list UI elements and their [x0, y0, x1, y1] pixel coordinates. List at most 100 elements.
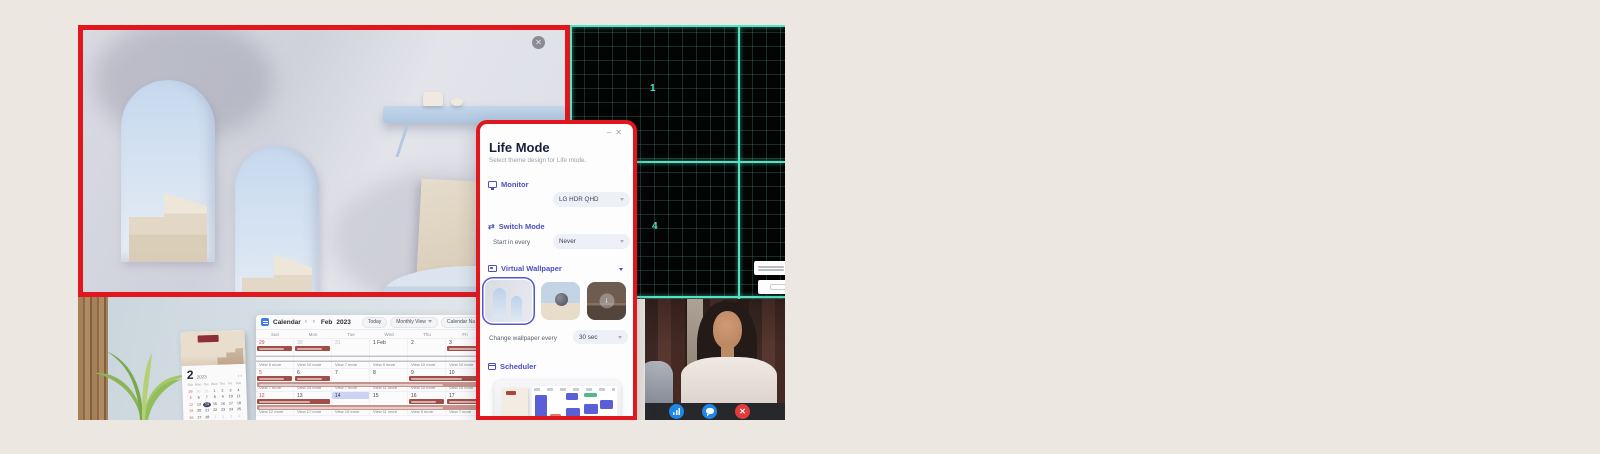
- event-bar[interactable]: [409, 399, 444, 404]
- widget-nav-arrows[interactable]: ‹ ›: [238, 373, 242, 378]
- event-bar[interactable]: [257, 376, 292, 381]
- calendar-name-dropdown[interactable]: Calendar Na: [441, 317, 478, 328]
- widget-date: 18: [235, 401, 243, 406]
- widget-year: 2023: [197, 374, 207, 379]
- chevron-down-icon: [428, 320, 432, 323]
- view-more-link[interactable]: View 15 more: [332, 409, 370, 414]
- change-wallpaper-label: Change wallpaper every: [489, 335, 557, 342]
- wallpaper-thumbnail-arch-wallpaper[interactable]: [485, 280, 532, 322]
- chevron-down-icon: [620, 240, 624, 243]
- day-header: Wed: [370, 330, 408, 339]
- view-more-link[interactable]: View 7 more: [332, 385, 370, 390]
- monitor-label: Monitor: [501, 180, 529, 189]
- chevron-down-icon: [618, 336, 622, 339]
- scheduler-section-header: Scheduler: [488, 362, 536, 371]
- widget-month-grid: SunMonTueWedThuFriSat2930311234567891011…: [182, 380, 247, 420]
- paper-calendar-widget: 2 2023 ‹ › SunMonTueWedThuFriSat29303112…: [180, 330, 247, 420]
- scheduler-preview-week-grid: [532, 386, 617, 420]
- widget-date: 30: [194, 389, 202, 394]
- event-bar[interactable]: [409, 376, 478, 381]
- scheduler-icon: [488, 363, 496, 371]
- view-more-link[interactable]: View 25 more: [294, 385, 332, 390]
- end-call-button[interactable]: [735, 404, 750, 419]
- widget-date: 10: [227, 394, 235, 399]
- event-bar[interactable]: [295, 376, 330, 381]
- call-controls-bar: [645, 403, 785, 420]
- next-month-arrow[interactable]: ›: [313, 319, 317, 325]
- wallpaper-thumbnail-download-more-wallpapers[interactable]: ↓: [587, 282, 626, 320]
- view-dropdown[interactable]: Monthly View: [390, 317, 438, 328]
- tooltip-button[interactable]: [770, 284, 785, 290]
- view-more-link[interactable]: View 17 more: [294, 409, 332, 414]
- scheduler-preview-paper-calendar: [502, 388, 528, 420]
- quadrant-label-4: 4: [652, 221, 658, 232]
- prev-month-arrow[interactable]: ‹: [305, 319, 309, 325]
- monitor-section-header: Monitor: [488, 180, 529, 189]
- widget-illustration: [180, 330, 245, 366]
- widget-date: 25: [235, 407, 243, 412]
- widget-date: 3: [226, 388, 234, 393]
- calendar-week-row: 2930311 Feb234View 5 moreView 10 moreVie…: [256, 339, 478, 369]
- chevron-down-icon: [620, 198, 624, 201]
- virtual-wallpaper-label: Virtual Wallpaper: [501, 264, 562, 273]
- monitor-value: LG HDR QHD: [559, 196, 599, 203]
- widget-date: 4: [234, 388, 242, 393]
- event-bar[interactable]: [447, 399, 478, 404]
- widget-day-header: Fri: [226, 381, 234, 386]
- widget-date: 5: [187, 396, 195, 401]
- close-icon[interactable]: ✕: [615, 128, 626, 137]
- widget-date: 2: [218, 388, 226, 393]
- wallpaper-interval-dropdown[interactable]: 30 sec: [573, 330, 628, 344]
- chat-button[interactable]: [702, 404, 717, 419]
- arch-niche: [121, 80, 215, 262]
- view-more-link[interactable]: View 9 more: [408, 409, 446, 414]
- event-bar[interactable]: [295, 346, 330, 351]
- calendar-week-row: 12131415161718View 12 moreView 17 moreVi…: [256, 392, 478, 416]
- event-bar[interactable]: [447, 346, 478, 351]
- tooltip-popup: [754, 261, 785, 275]
- monitor-dropdown[interactable]: LG HDR QHD: [553, 192, 630, 207]
- view-more-link[interactable]: View 7 more: [446, 409, 478, 414]
- view-more-link[interactable]: View 9 more: [370, 362, 408, 367]
- view-more-link[interactable]: View 10 more: [446, 362, 478, 367]
- view-more-link[interactable]: View 12 more: [256, 409, 294, 414]
- grid-line: [570, 25, 785, 27]
- quadrant-label-1: 1: [650, 83, 656, 94]
- wallpaper-thumbnail-speaker-wallpaper[interactable]: [541, 282, 580, 320]
- collapse-chevron-icon[interactable]: [619, 268, 623, 271]
- day-header: Mon: [294, 330, 332, 339]
- view-more-link[interactable]: View 5 more: [256, 362, 294, 367]
- widget-date: 14: [203, 402, 211, 407]
- view-more-link[interactable]: View 11 more: [370, 409, 408, 414]
- view-more-link[interactable]: View 11 more: [370, 385, 408, 390]
- view-more-link[interactable]: View 16 more: [446, 385, 478, 390]
- view-more-link[interactable]: View 10 more: [408, 362, 446, 367]
- calendar-app-title: Calendar: [273, 319, 301, 326]
- plant: [86, 343, 196, 420]
- view-more-link[interactable]: View 10 more: [408, 385, 446, 390]
- view-more-link[interactable]: View 7 more: [332, 362, 370, 367]
- widget-day-header: Tue: [202, 382, 210, 387]
- window-controls: –✕: [607, 128, 626, 137]
- widget-day-header: Sat: [234, 381, 242, 386]
- day-header: Tue: [332, 330, 370, 339]
- widget-day-header: Wed: [210, 382, 218, 387]
- widget-day-header: Sun: [186, 383, 194, 388]
- event-bar[interactable]: [257, 346, 292, 351]
- audio-levels-button[interactable]: [669, 404, 684, 419]
- event-bar[interactable]: [257, 399, 330, 404]
- day-header: Thu: [408, 330, 446, 339]
- widget-date: 27: [195, 415, 203, 420]
- switch-mode-label: Switch Mode: [499, 222, 545, 231]
- widget-date: 28: [203, 415, 211, 420]
- wallpaper-thumbnails: ↓: [485, 280, 630, 324]
- second-participant: [645, 361, 673, 403]
- view-more-link[interactable]: View 7 more: [256, 385, 294, 390]
- today-button[interactable]: Today: [362, 317, 387, 328]
- close-icon[interactable]: ✕: [532, 36, 545, 49]
- widget-day-header: Mon: [194, 382, 202, 387]
- view-more-link[interactable]: View 10 more: [294, 362, 332, 367]
- switch-interval-dropdown[interactable]: Never: [553, 234, 630, 249]
- scheduler-preview-thumbnail[interactable]: [494, 380, 621, 420]
- participant-shirt: [681, 357, 777, 403]
